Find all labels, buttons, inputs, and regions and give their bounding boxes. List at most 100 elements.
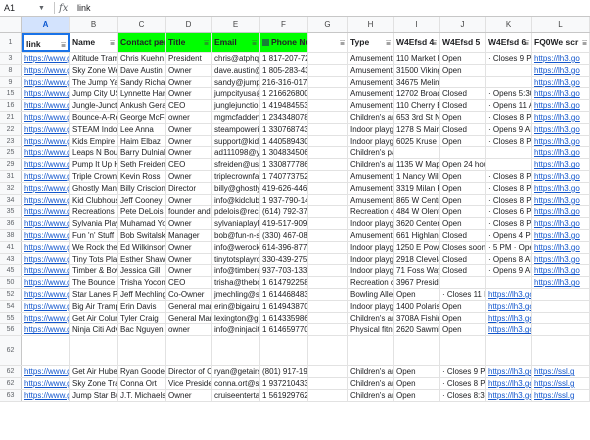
table-cell[interactable]: Owner	[166, 170, 212, 182]
row-number[interactable]: 45	[0, 265, 22, 277]
table-cell[interactable]: Tyler Craig	[118, 312, 166, 324]
table-cell[interactable]	[532, 336, 590, 366]
table-cell[interactable]: Owner	[166, 123, 212, 135]
table-cell[interactable]: Bac Nguyen	[118, 324, 166, 336]
table-cell[interactable]: Jeff Cooney	[118, 194, 166, 206]
table-cell[interactable]: 1 3048345063	[260, 147, 308, 159]
table-cell[interactable]: Owner	[166, 389, 212, 401]
table-cell[interactable]: 216-316-0173	[260, 76, 308, 88]
table-cell[interactable]: Open	[440, 312, 486, 324]
table-cell[interactable]: https://lh3.go	[532, 100, 590, 111]
table-cell[interactable]: https://lh3.goo	[486, 324, 532, 336]
table-cell[interactable]: · Opens 9 AM Th	[486, 123, 532, 135]
table-cell[interactable]: Chris Kuehn	[118, 53, 166, 64]
table-cell[interactable]	[308, 300, 348, 312]
table-cell[interactable]: https://ssl.g	[532, 366, 590, 377]
table-cell[interactable]: CEO	[166, 277, 212, 288]
column-header-k[interactable]: K	[486, 17, 532, 32]
table-cell[interactable]	[308, 377, 348, 389]
table-cell[interactable]: Dave Austin	[118, 64, 166, 76]
table-cell[interactable]: 653 3rd St NW	[394, 111, 440, 123]
row-number[interactable]: 29	[0, 159, 22, 170]
table-cell[interactable]	[486, 336, 532, 366]
table-cell[interactable]: Open	[394, 389, 440, 401]
table-cell[interactable]: Ninja Citi Advent	[70, 324, 118, 336]
table-cell[interactable]: · Opens 4 PM Fr	[486, 229, 532, 241]
table-cell[interactable]: Conna Ort	[118, 377, 166, 389]
table-cell[interactable]: Closed	[440, 229, 486, 241]
table-cell[interactable]: billy@ghostlyma	[212, 182, 260, 194]
table-cell[interactable]: https://www.goo	[22, 123, 70, 135]
table-cell[interactable]	[440, 76, 486, 88]
table-cell[interactable]: Manager	[166, 229, 212, 241]
filter-icon[interactable]: ⩸	[386, 33, 391, 52]
table-cell[interactable]: Trisha Yocom	[118, 277, 166, 288]
table-cell[interactable]: Barry Dulniak	[118, 147, 166, 159]
row-number[interactable]: 38	[0, 229, 22, 241]
table-cell[interactable]: https://lh3.goo	[486, 366, 532, 377]
table-cell[interactable]: · Closes 8 PM	[440, 377, 486, 389]
row-number[interactable]: 63	[0, 389, 22, 401]
table-cell[interactable]	[308, 336, 348, 366]
table-cell[interactable]: Owner	[166, 194, 212, 206]
table-cell[interactable]: Amusement par	[348, 64, 394, 76]
table-cell[interactable]: Seth Freiden	[118, 159, 166, 170]
header-cell[interactable]: link ⩸	[22, 33, 70, 52]
table-cell[interactable]	[212, 336, 260, 366]
row-number[interactable]: 21	[0, 111, 22, 123]
table-cell[interactable]: conna.ort@skyz	[212, 377, 260, 389]
table-cell[interactable]: https://lh3.go	[532, 159, 590, 170]
table-cell[interactable]: https://www.goo	[22, 53, 70, 64]
table-cell[interactable]	[394, 147, 440, 159]
table-cell[interactable]: 1 9372104338	[260, 377, 308, 389]
table-cell[interactable]: · Opens 11 AM T	[486, 100, 532, 111]
row-number[interactable]: 16	[0, 100, 22, 111]
table-cell[interactable]: Recreations Out	[70, 206, 118, 218]
filter-icon[interactable]: ⩸	[524, 33, 529, 52]
table-cell[interactable]	[440, 147, 486, 159]
table-cell[interactable]: 12702 Broadway	[394, 88, 440, 100]
table-cell[interactable]	[308, 111, 348, 123]
table-cell[interactable]	[308, 147, 348, 159]
table-cell[interactable]: 937-703-1330	[260, 265, 308, 277]
table-cell[interactable]: · Closes 11 PM	[440, 288, 486, 300]
table-cell[interactable]: dave.austin@sk	[212, 64, 260, 76]
table-cell[interactable]: CEO	[166, 100, 212, 111]
row-number[interactable]: 32	[0, 182, 22, 194]
table-cell[interactable]: George McFadd	[118, 111, 166, 123]
table-cell[interactable]: Pump It Up Hart	[70, 159, 118, 170]
table-cell[interactable]: Closed	[440, 100, 486, 111]
table-cell[interactable]: Bowling Alley	[348, 288, 394, 300]
table-cell[interactable]	[440, 336, 486, 366]
table-cell[interactable]: ad111098@yahc	[212, 147, 260, 159]
table-cell[interactable]: https://lh3.goo	[486, 288, 532, 300]
table-cell[interactable]: · Closes 8 PM	[486, 218, 532, 229]
table-cell[interactable]: 419-626-4467	[260, 182, 308, 194]
table-cell[interactable]	[166, 336, 212, 366]
table-cell[interactable]: Muhamad Youne	[118, 218, 166, 229]
table-cell[interactable]: support@kidsem	[212, 135, 260, 147]
table-cell[interactable]: Ryan Goodell	[118, 366, 166, 377]
table-cell[interactable]: Physical fitness	[348, 324, 394, 336]
table-cell[interactable]: Big Air Trampoli	[70, 300, 118, 312]
table-cell[interactable]: Children's party	[348, 147, 394, 159]
table-cell[interactable]: Children's amus	[348, 111, 394, 123]
table-cell[interactable]: https://www.goo	[22, 277, 70, 288]
table-cell[interactable]: https://lh3.go	[532, 182, 590, 194]
table-cell[interactable]: https://www.goo	[22, 389, 70, 401]
table-cell[interactable]: https://www.goo	[22, 218, 70, 229]
table-cell[interactable]: 419-517-9094	[260, 218, 308, 229]
table-cell[interactable]	[308, 324, 348, 336]
table-cell[interactable]: · Closes 8 PM	[486, 170, 532, 182]
table-cell[interactable]	[486, 159, 532, 170]
table-cell[interactable]: Director of Oper	[166, 366, 212, 377]
table-cell[interactable]: Closed	[440, 253, 486, 265]
table-cell[interactable]: https://www.goo	[22, 111, 70, 123]
table-cell[interactable]: https://lh3.go	[532, 88, 590, 100]
row-number[interactable]: 41	[0, 241, 22, 253]
table-cell[interactable]: 1 6144684830	[260, 288, 308, 300]
filter-icon[interactable]: ⩸	[300, 33, 305, 52]
table-cell[interactable]: 34675 Melinz Pk	[394, 76, 440, 88]
table-cell[interactable]: https://lh3.go	[532, 241, 590, 253]
table-cell[interactable]: Owner	[166, 88, 212, 100]
